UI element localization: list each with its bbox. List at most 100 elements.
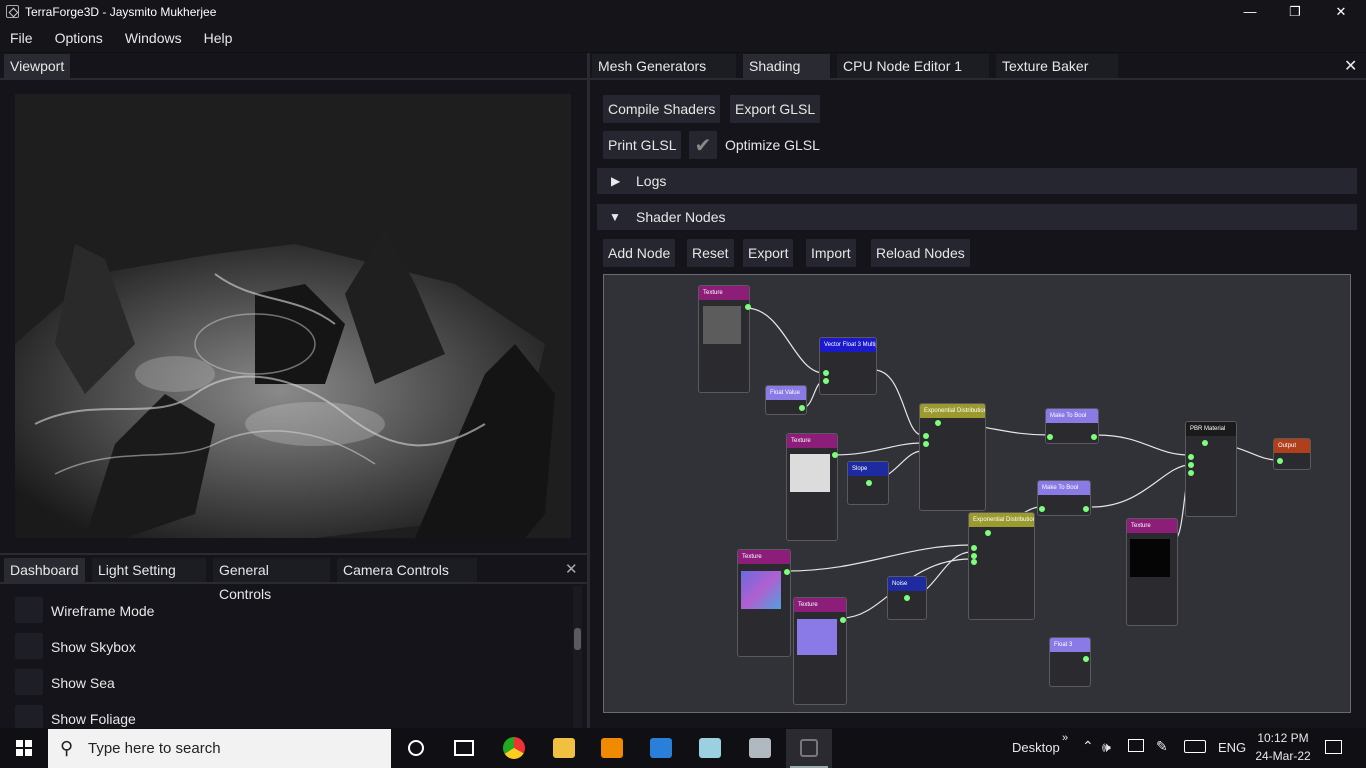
tab-light-setting[interactable]: Light Setting (92, 558, 206, 582)
add-node-button[interactable]: Add Node (603, 239, 676, 267)
menu-file[interactable]: File (0, 30, 45, 46)
exponential-distribution-node-1[interactable]: Exponential Distribution 2 (919, 403, 986, 511)
scrollbar-thumb[interactable] (574, 628, 581, 650)
texture-node-2[interactable]: Texture (786, 433, 838, 541)
show-skybox-checkbox[interactable] (15, 633, 43, 659)
mail-icon[interactable] (650, 738, 672, 758)
output-pin[interactable] (935, 420, 941, 426)
output-pin[interactable] (840, 617, 846, 623)
node-editor-canvas[interactable]: Texture Vector Float 3 Multiply Float Va… (603, 274, 1351, 713)
texture-node-3[interactable]: Texture (1126, 518, 1178, 626)
chrome-icon[interactable] (503, 737, 525, 759)
output-pin[interactable] (1091, 434, 1097, 440)
tab-viewport[interactable]: Viewport (4, 54, 71, 78)
file-explorer-icon[interactable] (553, 738, 575, 758)
input-pin[interactable] (971, 559, 977, 565)
input-pin[interactable] (823, 378, 829, 384)
wireframe-checkbox[interactable] (15, 597, 43, 623)
float3-node[interactable]: Float 3 (1049, 637, 1091, 687)
import-button[interactable]: Import (806, 239, 856, 267)
texture-node-1[interactable]: Texture (698, 285, 751, 393)
cortana-icon[interactable] (408, 740, 424, 756)
logs-header[interactable]: ▶ Logs (597, 168, 1357, 194)
make-to-bool-node-1[interactable]: Make To Bool (1045, 408, 1099, 444)
close-panel-icon[interactable]: ✕ (1344, 56, 1357, 76)
optimize-glsl-checkbox[interactable]: ✔ (689, 131, 717, 159)
print-glsl-button[interactable]: Print GLSL (603, 131, 682, 159)
close-window-button[interactable]: ✕ (1318, 0, 1364, 23)
output-pin[interactable] (904, 595, 910, 601)
output-pin[interactable] (799, 405, 805, 411)
viewport-render[interactable] (15, 94, 571, 538)
output-pin[interactable] (1083, 506, 1089, 512)
touch-keyboard-icon[interactable] (1184, 740, 1206, 753)
pbr-material-node[interactable]: PBR Material (1185, 421, 1237, 517)
reload-nodes-button[interactable]: Reload Nodes (871, 239, 970, 267)
float-value-node[interactable]: Float Value (765, 385, 807, 415)
menu-help[interactable]: Help (194, 30, 245, 46)
shader-nodes-header[interactable]: ▼ Shader Nodes (597, 204, 1357, 230)
volume-icon[interactable]: 🕪 (1102, 739, 1111, 756)
input-pin[interactable] (923, 433, 929, 439)
output-node[interactable]: Output (1273, 438, 1311, 470)
input-pin[interactable] (923, 441, 929, 447)
tab-dashboard[interactable]: Dashboard (4, 558, 85, 582)
show-sea-checkbox[interactable] (15, 669, 43, 695)
input-pin[interactable] (1047, 434, 1053, 440)
language-indicator[interactable]: ENG (1218, 740, 1246, 755)
clock-time[interactable]: 10:12 PM (1253, 731, 1313, 745)
exponential-distribution-node-2[interactable]: Exponential Distribution 2 (968, 512, 1035, 620)
task-manager-icon[interactable] (749, 738, 771, 758)
input-pin[interactable] (1188, 462, 1194, 468)
make-to-bool-node-2[interactable]: Make To Bool (1037, 480, 1091, 516)
tab-cpu-node-editor[interactable]: CPU Node Editor 1 (837, 54, 989, 78)
maximize-button[interactable]: ❐ (1272, 0, 1318, 23)
show-foliage-checkbox[interactable] (15, 705, 43, 728)
output-pin[interactable] (832, 452, 838, 458)
tab-texture-baker[interactable]: Texture Baker (996, 54, 1118, 78)
output-pin[interactable] (784, 569, 790, 575)
horizontal-splitter[interactable] (0, 553, 587, 555)
tab-mesh-generators[interactable]: Mesh Generators (592, 54, 736, 78)
texture-node-5[interactable]: Texture (793, 597, 847, 705)
toolbar-expand-icon[interactable]: » (1062, 732, 1068, 744)
output-pin[interactable] (1083, 656, 1089, 662)
output-pin[interactable] (1202, 440, 1208, 446)
menu-options[interactable]: Options (45, 30, 115, 46)
terraforge-taskbar-button[interactable] (786, 729, 832, 768)
texture-node-4[interactable]: Texture (737, 549, 791, 657)
vector-multiply-node[interactable]: Vector Float 3 Multiply (819, 337, 877, 395)
notes-icon[interactable] (699, 738, 721, 758)
reset-button[interactable]: Reset (687, 239, 734, 267)
task-view-icon[interactable] (454, 740, 474, 756)
minimize-button[interactable]: — (1227, 0, 1273, 23)
tab-camera-controls[interactable]: Camera Controls (337, 558, 477, 582)
show-hidden-icons[interactable]: ⌃ (1082, 738, 1094, 755)
clock-date[interactable]: 24-Mar-22 (1253, 749, 1313, 763)
sublime-text-icon[interactable] (601, 738, 623, 758)
input-pin[interactable] (823, 370, 829, 376)
desktop-toolbar-label[interactable]: Desktop (1012, 740, 1060, 755)
notification-center-icon[interactable] (1325, 740, 1342, 754)
network-icon[interactable] (1128, 739, 1144, 752)
menu-windows[interactable]: Windows (115, 30, 194, 46)
input-pin[interactable] (1188, 454, 1194, 460)
export-button[interactable]: Export (743, 239, 794, 267)
pen-icon[interactable]: ✎ (1156, 738, 1168, 755)
tab-shading[interactable]: Shading (743, 54, 830, 78)
noise-node[interactable]: Noise (887, 576, 927, 620)
output-pin[interactable] (985, 530, 991, 536)
tab-general-controls[interactable]: General Controls (213, 558, 330, 602)
export-glsl-button[interactable]: Export GLSL (730, 95, 821, 123)
taskbar-search-input[interactable]: ⚲ Type here to search (48, 729, 391, 768)
output-pin[interactable] (745, 304, 751, 310)
slope-node[interactable]: Slope (847, 461, 889, 505)
output-pin[interactable] (866, 480, 872, 486)
input-pin[interactable] (1277, 458, 1283, 464)
input-pin[interactable] (1039, 506, 1045, 512)
close-dashboard-icon[interactable]: ✕ (565, 560, 578, 578)
windows-start-icon[interactable] (14, 738, 34, 758)
input-pin[interactable] (971, 545, 977, 551)
input-pin[interactable] (1188, 470, 1194, 476)
dashboard-scrollbar[interactable] (573, 586, 582, 728)
